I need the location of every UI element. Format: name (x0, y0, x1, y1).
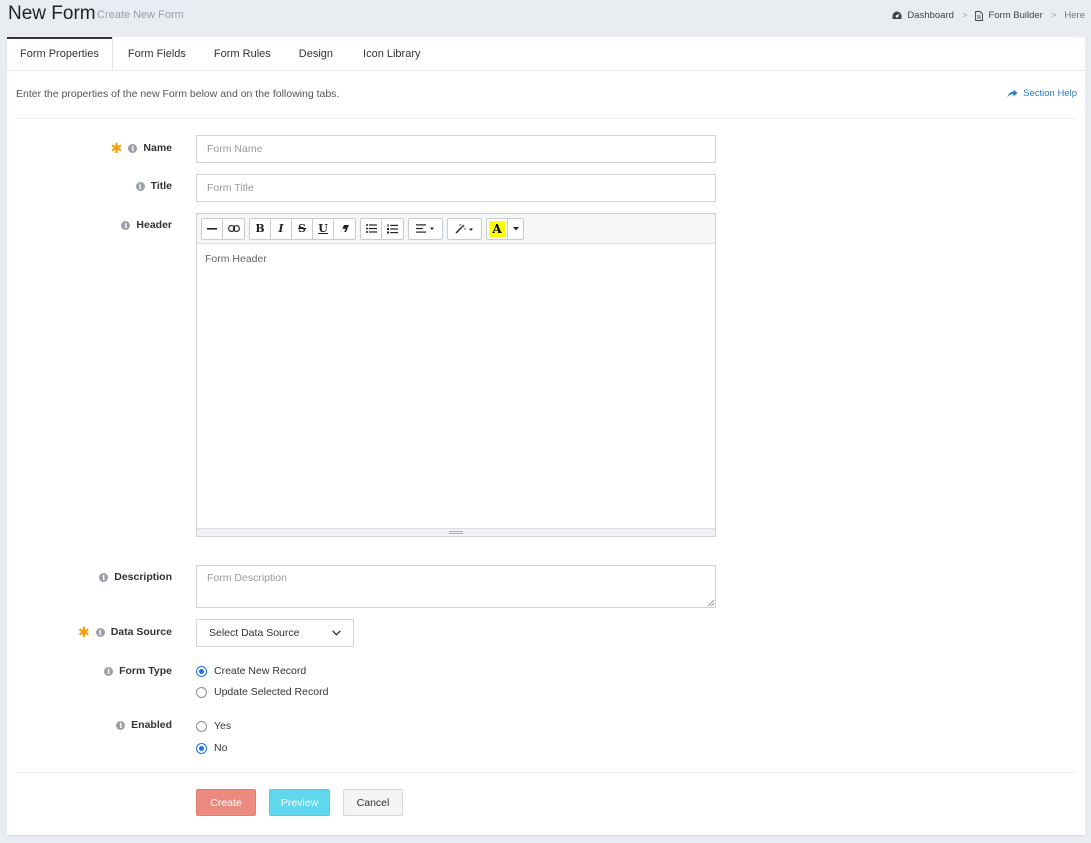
chevron-down-icon (332, 630, 341, 636)
data-source-label-group: ✱ i Data Source (78, 625, 172, 639)
tab-form-rules[interactable]: Form Rules (201, 37, 285, 70)
info-icon[interactable]: i (95, 627, 105, 637)
enabled-option-label: No (214, 742, 228, 754)
cancel-button[interactable]: Cancel (343, 789, 403, 816)
editor-toolbar: B I S U A (197, 214, 715, 244)
description-textarea[interactable]: Form Description (196, 565, 716, 608)
data-source-selected: Select Data Source (209, 627, 300, 639)
breadcrumb: Dashboard > Form Builder > Here (892, 10, 1085, 21)
info-icon[interactable]: i (128, 143, 138, 153)
name-label: Name (143, 142, 172, 154)
hr-icon[interactable] (202, 218, 223, 239)
tab-bar: Form Properties Form Fields Form Rules D… (7, 37, 1085, 71)
toolbar-group-style (447, 217, 482, 240)
info-icon[interactable]: i (99, 572, 109, 582)
toolbar-group-insert (201, 217, 245, 240)
document-icon (975, 10, 984, 21)
breadcrumb-dashboard[interactable]: Dashboard (892, 10, 954, 21)
italic-icon[interactable]: I (271, 218, 292, 239)
breadcrumb-separator: > (961, 10, 968, 21)
data-source-select[interactable]: Select Data Source (196, 619, 354, 647)
editor-resize-handle[interactable] (197, 528, 715, 536)
description-label: Description (114, 571, 172, 583)
preview-button[interactable]: Preview (269, 789, 330, 816)
grip-icon (449, 531, 463, 534)
header-label: Header (136, 219, 172, 231)
breadcrumb-separator: > (1050, 10, 1057, 21)
ordered-list-icon[interactable] (382, 219, 403, 239)
enabled-label: Enabled (131, 719, 172, 731)
header-rich-text-editor[interactable]: B I S U A Form Header (196, 213, 716, 537)
required-asterisk-icon: ✱ (77, 624, 90, 640)
breadcrumb-current: Here (1064, 10, 1085, 21)
create-button[interactable]: Create (196, 789, 256, 816)
info-icon[interactable]: i (116, 720, 126, 730)
enabled-option-yes[interactable]: Yes (196, 720, 231, 732)
title-input[interactable]: Form Title (196, 174, 716, 202)
tab-form-fields[interactable]: Form Fields (115, 37, 200, 70)
toolbar-group-align (408, 217, 443, 240)
form-type-label-group: i Form Type (104, 665, 172, 677)
link-icon[interactable] (223, 219, 244, 239)
enabled-label-group: i Enabled (116, 719, 172, 731)
tab-form-properties[interactable]: Form Properties (7, 37, 112, 70)
eraser-icon[interactable] (334, 219, 355, 239)
info-icon[interactable]: i (121, 220, 131, 230)
form-type-option-create[interactable]: Create New Record (196, 665, 306, 677)
tab-icon-library[interactable]: Icon Library (350, 37, 434, 70)
toolbar-group-format: B I S U (249, 217, 356, 240)
section-help-label: Section Help (1023, 88, 1077, 99)
divider (15, 772, 1077, 773)
dashboard-icon (892, 11, 902, 19)
form-type-option-label: Create New Record (214, 665, 307, 677)
toolbar-group-lists (360, 217, 404, 240)
header-label-group: i Header (121, 219, 172, 231)
info-icon[interactable]: i (104, 666, 114, 676)
breadcrumb-form-builder-label: Form Builder (988, 10, 1043, 21)
enabled-option-label: Yes (214, 720, 232, 732)
resize-corner-icon[interactable] (708, 600, 714, 606)
bold-icon[interactable]: B (250, 218, 271, 239)
align-icon[interactable] (409, 219, 442, 239)
required-asterisk-icon: ✱ (110, 140, 123, 156)
name-label-group: ✱ i Name (111, 141, 172, 155)
breadcrumb-dashboard-label: Dashboard (907, 10, 954, 21)
unordered-list-icon[interactable] (361, 218, 382, 239)
radio-update-selected-record[interactable] (196, 686, 207, 698)
text-color-icon[interactable]: A (487, 218, 508, 239)
form-type-option-update[interactable]: Update Selected Record (196, 686, 328, 698)
page-header: New Form Create New Form Dashboard > For… (0, 0, 1091, 37)
underline-icon[interactable]: U (313, 218, 334, 239)
magic-wand-icon[interactable] (448, 219, 481, 239)
share-icon (1007, 89, 1018, 98)
divider (15, 118, 1077, 119)
breadcrumb-form-builder[interactable]: Form Builder (975, 10, 1043, 21)
data-source-label: Data Source (110, 626, 172, 638)
form-type-label: Form Type (119, 665, 172, 677)
strikethrough-icon[interactable]: S (292, 218, 313, 239)
editor-content[interactable]: Form Header (197, 244, 715, 529)
text-color-label: A (488, 220, 506, 237)
color-dropdown-icon[interactable] (508, 219, 523, 239)
radio-enabled-yes[interactable] (196, 720, 207, 732)
section-help-link[interactable]: Section Help (1007, 88, 1077, 99)
tab-design[interactable]: Design (286, 37, 347, 70)
page-subtitle: Create New Form (97, 9, 184, 21)
info-icon[interactable]: i (135, 181, 145, 191)
form-type-option-label: Update Selected Record (214, 686, 329, 698)
radio-create-new-record[interactable] (196, 665, 207, 677)
title-label-group: i Title (135, 180, 172, 192)
intro-text: Enter the properties of the new Form bel… (16, 88, 340, 100)
page-title: New Form (8, 3, 96, 24)
name-input[interactable]: Form Name (196, 135, 716, 163)
enabled-option-no[interactable]: No (196, 742, 227, 754)
description-label-group: i Description (99, 571, 172, 583)
title-label: Title (150, 180, 172, 192)
form-card: Form Properties Form Fields Form Rules D… (7, 37, 1085, 836)
description-placeholder: Form Description (207, 572, 287, 584)
toolbar-group-color: A (486, 217, 524, 240)
radio-enabled-no[interactable] (196, 742, 207, 754)
